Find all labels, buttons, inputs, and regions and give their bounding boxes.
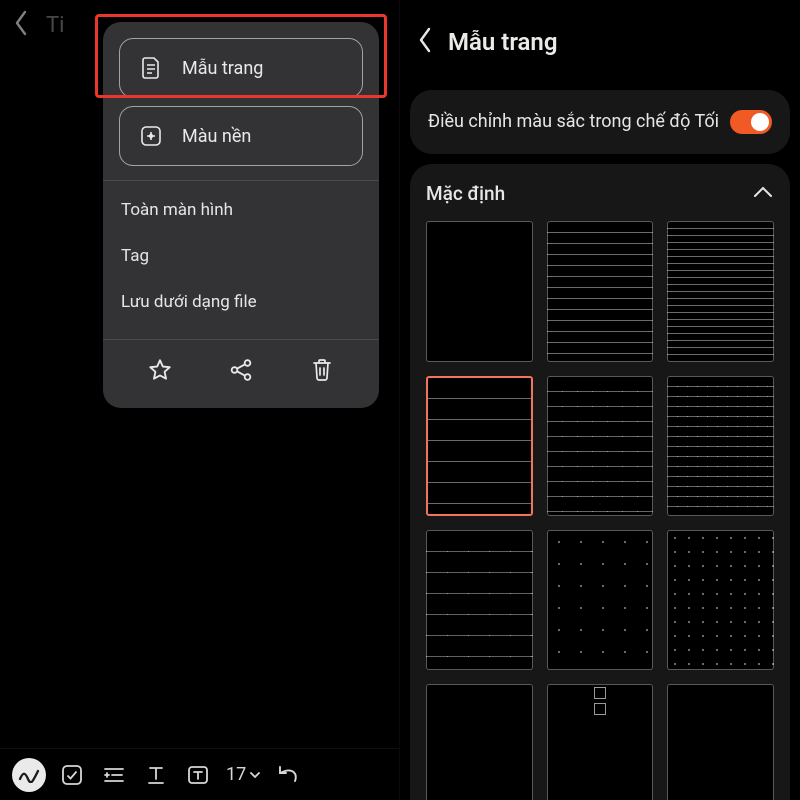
template-grid: [426, 221, 774, 800]
font-size-selector[interactable]: 17: [226, 764, 262, 785]
back-icon[interactable]: [14, 10, 28, 40]
template-extra-1[interactable]: [426, 684, 533, 800]
menu-item-save-as-file[interactable]: Lưu dưới dạng file: [119, 279, 363, 325]
popup-divider: [103, 180, 379, 181]
page-template-icon: [138, 55, 164, 81]
options-popup: Mẫu trang Màu nền Toàn màn hình Tag Lưu …: [103, 22, 379, 408]
share-icon[interactable]: [221, 350, 261, 390]
templates-section: Mặc định: [410, 164, 790, 800]
text-box-tool[interactable]: [178, 755, 218, 795]
template-grid-medium[interactable]: [547, 376, 654, 516]
delete-icon[interactable]: [302, 350, 342, 390]
page-title: Mẫu trang: [448, 28, 558, 56]
editor-title-truncated: Ti: [46, 13, 64, 38]
template-dots-dense[interactable]: [667, 530, 774, 670]
chevron-up-icon: [752, 184, 774, 203]
template-hlines-medium[interactable]: [547, 221, 654, 361]
background-color-button[interactable]: Màu nền: [119, 106, 363, 166]
page-template-button[interactable]: Mẫu trang: [119, 38, 363, 98]
favorite-icon[interactable]: [140, 350, 180, 390]
text-underline-tool[interactable]: [136, 755, 176, 795]
checkbox-tool[interactable]: [52, 755, 92, 795]
back-icon[interactable]: [418, 27, 432, 57]
undo-button[interactable]: [268, 755, 308, 795]
screenshot-right: Mẫu trang Điều chỉnh màu sắc trong chế đ…: [400, 0, 800, 800]
background-color-label: Màu nền: [182, 126, 251, 147]
background-color-icon: [138, 123, 164, 149]
popup-divider-2: [103, 339, 379, 340]
template-dots-wide[interactable]: [547, 530, 654, 670]
align-tool[interactable]: [94, 755, 134, 795]
template-hlines-wide[interactable]: [426, 376, 533, 516]
template-grid-dense[interactable]: [667, 376, 774, 516]
menu-item-fullscreen[interactable]: Toàn màn hình: [119, 187, 363, 233]
dark-mode-toggle-label: Điều chỉnh màu sắc trong chế độ Tối: [428, 110, 719, 134]
template-hlines-dense[interactable]: [667, 221, 774, 361]
screenshot-left: Ti Mẫu trang Màu nền: [0, 0, 400, 800]
popup-action-row: [119, 346, 363, 394]
section-header-default[interactable]: Mặc định: [426, 182, 774, 205]
template-grid-wide[interactable]: [426, 530, 533, 670]
dark-mode-toggle[interactable]: [730, 110, 772, 134]
template-extra-3[interactable]: [667, 684, 774, 800]
page-template-label: Mẫu trang: [182, 58, 263, 79]
template-blank[interactable]: [426, 221, 533, 361]
menu-item-tag[interactable]: Tag: [119, 233, 363, 279]
editor-bottom-bar: 17: [0, 748, 399, 800]
templates-header: Mẫu trang: [400, 0, 800, 84]
template-checkboxes[interactable]: [547, 684, 654, 800]
draw-tool-button[interactable]: [12, 758, 46, 792]
dark-mode-color-card: Điều chỉnh màu sắc trong chế độ Tối: [410, 90, 790, 154]
